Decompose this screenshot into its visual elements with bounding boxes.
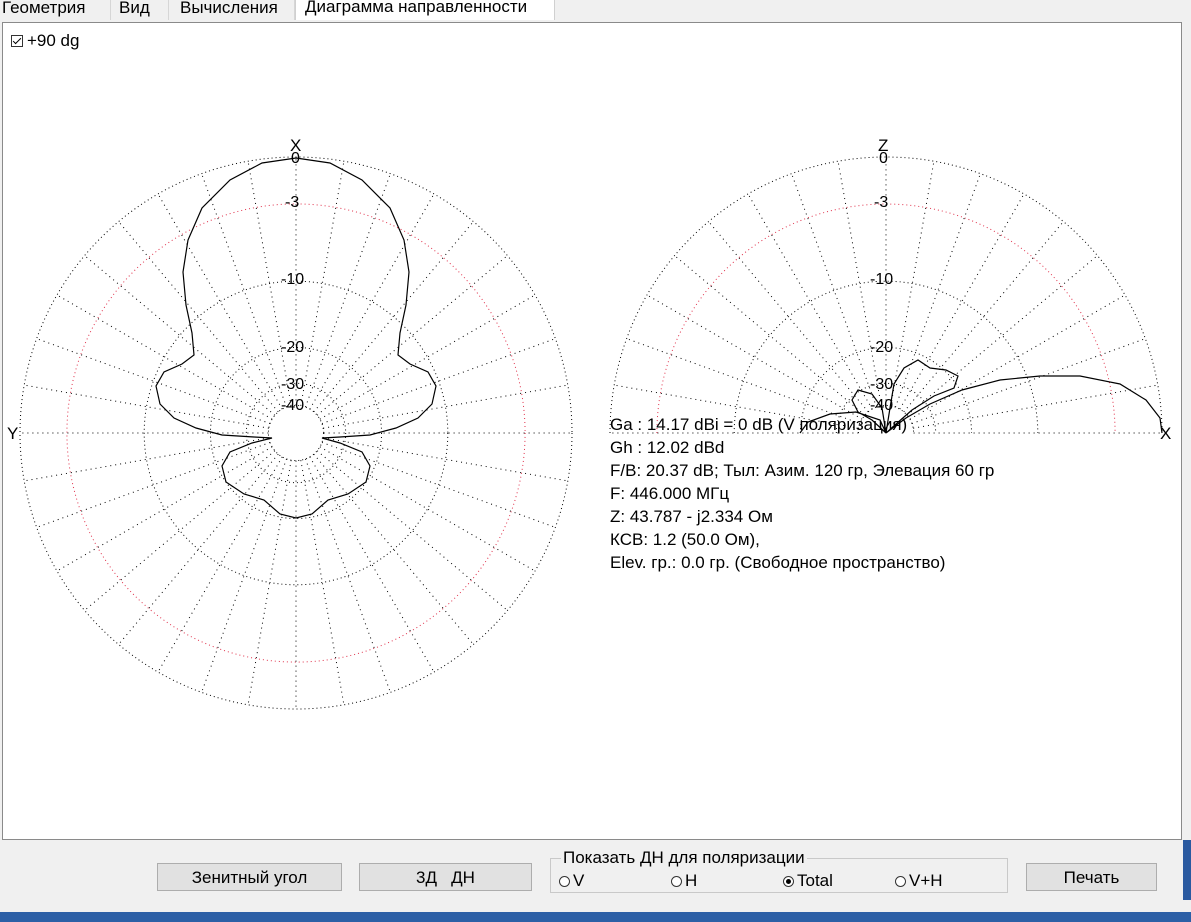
grid-spoke [899, 193, 1025, 410]
grid-spoke [157, 193, 283, 410]
right-ring-label-20: -20 [870, 339, 893, 356]
grid-spoke [626, 338, 861, 425]
grid-spoke [300, 161, 345, 406]
grid-spoke [321, 441, 556, 528]
zenith-angle-button[interactable]: Зенитный угол [157, 863, 342, 891]
bottom-toolbar: Зенитный угол 3Д ДН Показать ДН для поля… [0, 840, 1191, 922]
grid-spoke [36, 338, 271, 425]
grid-spoke [56, 446, 273, 572]
radio-total[interactable]: Total [783, 871, 833, 891]
right-ring-label-30: -30 [870, 376, 893, 393]
grid-ring [143, 280, 449, 586]
left-axis-y-label: Y [7, 424, 18, 443]
grid-spoke [319, 446, 536, 572]
grid-spoke [24, 384, 269, 429]
grid-spoke [84, 450, 276, 611]
left-ring-label-40: -40 [281, 397, 304, 414]
grid-spoke [118, 221, 279, 413]
radio-total-button[interactable] [783, 875, 794, 887]
radio-vh-button[interactable] [895, 875, 906, 887]
info-swr: КСВ: 1.2 (50.0 Ом), [610, 530, 760, 549]
grid-spoke [323, 384, 568, 429]
radio-total-label: Total [797, 871, 833, 890]
grid-spoke [747, 193, 873, 410]
left-polar-grid [19, 156, 573, 710]
grid-spoke [316, 255, 508, 416]
grid-spoke [157, 456, 283, 673]
window-bottom-edge [0, 912, 1191, 922]
grid-spoke [791, 173, 878, 408]
grid-ring [209, 346, 383, 520]
grid-spoke [316, 450, 508, 611]
3d-pattern-button[interactable]: 3Д ДН [359, 863, 532, 891]
info-frequency: F: 446.000 МГц [610, 484, 730, 503]
grid-spoke [24, 437, 269, 482]
radio-h[interactable]: H [671, 871, 697, 891]
radio-v-button[interactable] [559, 875, 570, 887]
left-ring-label-30: -30 [281, 376, 304, 393]
right-ring-label-3: -3 [874, 194, 888, 211]
grid-spoke [319, 294, 536, 420]
radio-v-label: V [573, 871, 585, 890]
grid-spoke [646, 294, 863, 420]
radio-v[interactable]: V [559, 871, 584, 891]
grid-spoke [309, 456, 435, 673]
left-ring-label-3: -3 [285, 194, 299, 211]
azimuth-pattern-curve [155, 157, 437, 519]
right-ring-label-10: -10 [870, 271, 893, 288]
pattern-info: Ga : 14.17 dBi = 0 dB (V поляризация) Gh… [610, 413, 994, 574]
info-ga: Ga : 14.17 dBi = 0 dB (V поляризация) [610, 415, 908, 434]
grid-spoke [674, 255, 866, 416]
radio-vh-label: V+H [909, 871, 943, 890]
radio-h-label: H [685, 871, 698, 890]
right-ring-label-0: 0 [879, 150, 888, 167]
grid-spoke [911, 338, 1146, 425]
left-ring-label-20: -20 [281, 339, 304, 356]
info-fb: F/B: 20.37 dB; Тыл: Азим. 120 гр, Элевац… [610, 461, 995, 480]
radio-h-button[interactable] [671, 875, 682, 887]
left-ring-label-10: -10 [281, 271, 304, 288]
grid-spoke [323, 437, 568, 482]
polarization-group: Показать ДН для поляризации V H Total V+… [550, 849, 1008, 893]
grid-spoke [894, 173, 981, 408]
info-elevation: Elev. гр.: 0.0 гр. (Свободное пространст… [610, 553, 946, 572]
polar-plots: X Y 0 -3 -10 -20 -30 -40 Z X 0 -3 -10 -2… [7, 136, 1171, 710]
grid-spoke [36, 441, 271, 528]
left-ring-label-0: 0 [291, 150, 300, 167]
grid-spoke [309, 193, 435, 410]
grid-spoke [906, 255, 1098, 416]
radio-vh[interactable]: V+H [895, 871, 943, 891]
grid-spoke [201, 173, 288, 408]
grid-spoke [84, 255, 276, 416]
polarization-group-title: Показать ДН для поляризации [561, 848, 807, 867]
info-impedance: Z: 43.787 - j2.334 Ом [610, 507, 773, 526]
right-axis-x-label: X [1160, 424, 1171, 443]
info-gh: Gh : 12.02 dBd [610, 438, 725, 457]
print-button[interactable]: Печать [1026, 863, 1157, 891]
grid-spoke [909, 294, 1126, 420]
right-ring-label-40: -40 [870, 397, 893, 414]
window-edge [1183, 840, 1191, 900]
